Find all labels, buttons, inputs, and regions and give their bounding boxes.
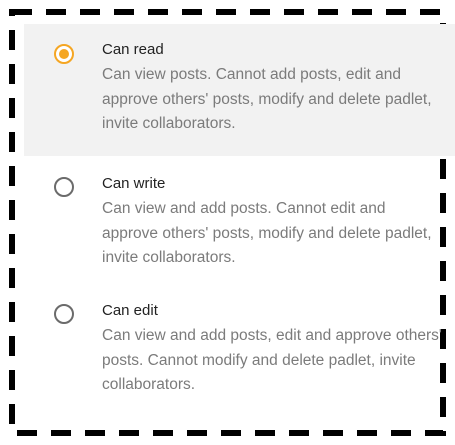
permission-option-can-edit[interactable]: Can edit Can view and add posts, edit an…	[24, 284, 455, 414]
permission-option-can-write[interactable]: Can write Can view and add posts. Cannot…	[24, 156, 455, 284]
option-description: Can view and add posts, edit and approve…	[102, 327, 442, 393]
radio-unchecked-icon[interactable]	[54, 304, 74, 324]
option-title: Can read	[102, 41, 164, 58]
radio-checked-icon[interactable]	[54, 44, 74, 64]
option-title: Can edit	[102, 302, 158, 319]
option-description: Can view posts. Cannot add posts, edit a…	[102, 66, 432, 132]
option-title: Can write	[102, 175, 166, 192]
radio-unchecked-icon[interactable]	[54, 177, 74, 197]
permission-option-can-read[interactable]: Can read Can view posts. Cannot add post…	[24, 24, 455, 156]
option-description: Can view and add posts. Cannot edit and …	[102, 200, 432, 266]
